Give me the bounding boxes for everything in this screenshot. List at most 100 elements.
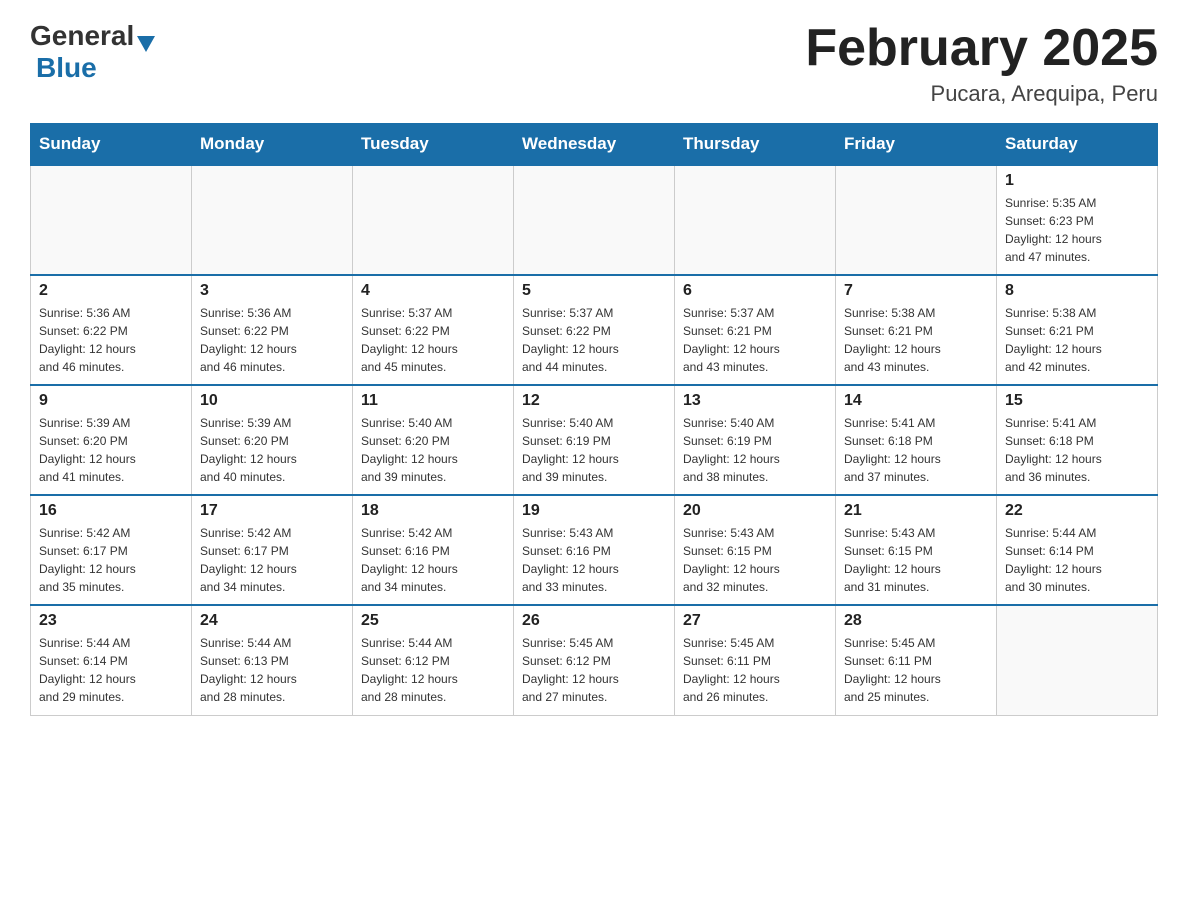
- calendar-cell: 17 Sunrise: 5:42 AM Sunset: 6:17 PM Dayli…: [192, 495, 353, 605]
- calendar-cell: 6 Sunrise: 5:37 AM Sunset: 6:21 PM Daylig…: [675, 275, 836, 385]
- day-info: Sunrise: 5:36 AM Sunset: 6:22 PM Dayligh…: [200, 304, 344, 376]
- day-info: Sunrise: 5:43 AM Sunset: 6:15 PM Dayligh…: [844, 524, 988, 596]
- day-number: 12: [522, 392, 666, 410]
- calendar-cell: 13 Sunrise: 5:40 AM Sunset: 6:19 PM Dayli…: [675, 385, 836, 495]
- calendar-cell: 25 Sunrise: 5:44 AM Sunset: 6:12 PM Dayli…: [353, 605, 514, 715]
- calendar-cell: 11 Sunrise: 5:40 AM Sunset: 6:20 PM Dayli…: [353, 385, 514, 495]
- day-number: 17: [200, 502, 344, 520]
- calendar-cell: 20Sunrise: 5:43 AM Sunset: 6:15 PM Dayli…: [675, 495, 836, 605]
- day-info: Sunrise: 5:38 AM Sunset: 6:21 PM Dayligh…: [1005, 304, 1149, 376]
- day-info: Sunrise: 5:43 AM Sunset: 6:15 PM Dayligh…: [683, 524, 827, 596]
- day-info: Sunrise: 5:42 AM Sunset: 6:17 PM Dayligh…: [200, 524, 344, 596]
- day-number: 19: [522, 502, 666, 520]
- calendar-header-row: SundayMondayTuesdayWednesdayThursdayFrid…: [31, 124, 1158, 166]
- title-block: February 2025 Pucara, Arequipa, Peru: [805, 20, 1158, 107]
- calendar-cell: 8 Sunrise: 5:38 AM Sunset: 6:21 PM Daylig…: [997, 275, 1158, 385]
- calendar-cell: 2 Sunrise: 5:36 AM Sunset: 6:22 PM Daylig…: [31, 275, 192, 385]
- calendar-cell: 9Sunrise: 5:39 AM Sunset: 6:20 PM Daylig…: [31, 385, 192, 495]
- day-number: 10: [200, 392, 344, 410]
- week-row-3: 9Sunrise: 5:39 AM Sunset: 6:20 PM Daylig…: [31, 385, 1158, 495]
- calendar-cell: 14 Sunrise: 5:41 AM Sunset: 6:18 PM Dayli…: [836, 385, 997, 495]
- day-info: Sunrise: 5:37 AM Sunset: 6:21 PM Dayligh…: [683, 304, 827, 376]
- day-number: 1: [1005, 172, 1149, 190]
- page-header: General Blue February 2025 Pucara, Arequ…: [30, 20, 1158, 107]
- week-row-2: 2 Sunrise: 5:36 AM Sunset: 6:22 PM Daylig…: [31, 275, 1158, 385]
- day-number: 24: [200, 612, 344, 630]
- day-number: 18: [361, 502, 505, 520]
- day-number: 21: [844, 502, 988, 520]
- day-number: 13: [683, 392, 827, 410]
- calendar-cell: 21 Sunrise: 5:43 AM Sunset: 6:15 PM Dayli…: [836, 495, 997, 605]
- day-number: 23: [39, 612, 183, 630]
- logo: General Blue: [30, 20, 155, 84]
- weekday-header-wednesday: Wednesday: [514, 124, 675, 166]
- calendar-cell: 10 Sunrise: 5:39 AM Sunset: 6:20 PM Dayli…: [192, 385, 353, 495]
- day-number: 15: [1005, 392, 1149, 410]
- day-info: Sunrise: 5:40 AM Sunset: 6:19 PM Dayligh…: [683, 414, 827, 486]
- weekday-header-sunday: Sunday: [31, 124, 192, 166]
- day-number: 25: [361, 612, 505, 630]
- calendar-cell: 22 Sunrise: 5:44 AM Sunset: 6:14 PM Dayli…: [997, 495, 1158, 605]
- week-row-4: 16 Sunrise: 5:42 AM Sunset: 6:17 PM Dayli…: [31, 495, 1158, 605]
- week-row-1: 1 Sunrise: 5:35 AM Sunset: 6:23 PM Daylig…: [31, 165, 1158, 275]
- day-info: Sunrise: 5:39 AM Sunset: 6:20 PM Dayligh…: [200, 414, 344, 486]
- day-info: Sunrise: 5:44 AM Sunset: 6:12 PM Dayligh…: [361, 634, 505, 706]
- weekday-header-monday: Monday: [192, 124, 353, 166]
- day-info: Sunrise: 5:43 AM Sunset: 6:16 PM Dayligh…: [522, 524, 666, 596]
- day-info: Sunrise: 5:41 AM Sunset: 6:18 PM Dayligh…: [1005, 414, 1149, 486]
- calendar-cell: [192, 165, 353, 275]
- day-info: Sunrise: 5:41 AM Sunset: 6:18 PM Dayligh…: [844, 414, 988, 486]
- weekday-header-friday: Friday: [836, 124, 997, 166]
- calendar-cell: 23 Sunrise: 5:44 AM Sunset: 6:14 PM Dayli…: [31, 605, 192, 715]
- day-info: Sunrise: 5:40 AM Sunset: 6:20 PM Dayligh…: [361, 414, 505, 486]
- calendar-cell: [836, 165, 997, 275]
- calendar-cell: 28 Sunrise: 5:45 AM Sunset: 6:11 PM Dayli…: [836, 605, 997, 715]
- day-number: 28: [844, 612, 988, 630]
- page-title: February 2025: [805, 20, 1158, 77]
- calendar-cell: [675, 165, 836, 275]
- calendar-cell: 7 Sunrise: 5:38 AM Sunset: 6:21 PM Daylig…: [836, 275, 997, 385]
- day-info: Sunrise: 5:35 AM Sunset: 6:23 PM Dayligh…: [1005, 194, 1149, 266]
- day-info: Sunrise: 5:44 AM Sunset: 6:14 PM Dayligh…: [39, 634, 183, 706]
- calendar-table: SundayMondayTuesdayWednesdayThursdayFrid…: [30, 123, 1158, 716]
- day-info: Sunrise: 5:36 AM Sunset: 6:22 PM Dayligh…: [39, 304, 183, 376]
- day-number: 2: [39, 282, 183, 300]
- day-info: Sunrise: 5:44 AM Sunset: 6:13 PM Dayligh…: [200, 634, 344, 706]
- weekday-header-tuesday: Tuesday: [353, 124, 514, 166]
- logo-general-text: General: [30, 20, 134, 52]
- day-info: Sunrise: 5:37 AM Sunset: 6:22 PM Dayligh…: [522, 304, 666, 376]
- day-number: 11: [361, 392, 505, 410]
- day-number: 26: [522, 612, 666, 630]
- day-info: Sunrise: 5:38 AM Sunset: 6:21 PM Dayligh…: [844, 304, 988, 376]
- day-number: 6: [683, 282, 827, 300]
- calendar-cell: 19 Sunrise: 5:43 AM Sunset: 6:16 PM Dayli…: [514, 495, 675, 605]
- calendar-cell: 27Sunrise: 5:45 AM Sunset: 6:11 PM Dayli…: [675, 605, 836, 715]
- calendar-cell: [31, 165, 192, 275]
- day-number: 4: [361, 282, 505, 300]
- weekday-header-saturday: Saturday: [997, 124, 1158, 166]
- day-info: Sunrise: 5:45 AM Sunset: 6:12 PM Dayligh…: [522, 634, 666, 706]
- day-number: 27: [683, 612, 827, 630]
- calendar-cell: 16 Sunrise: 5:42 AM Sunset: 6:17 PM Dayli…: [31, 495, 192, 605]
- logo-arrow-icon: [137, 36, 155, 52]
- day-number: 16: [39, 502, 183, 520]
- day-info: Sunrise: 5:42 AM Sunset: 6:16 PM Dayligh…: [361, 524, 505, 596]
- day-info: Sunrise: 5:39 AM Sunset: 6:20 PM Dayligh…: [39, 414, 183, 486]
- calendar-cell: 18 Sunrise: 5:42 AM Sunset: 6:16 PM Dayli…: [353, 495, 514, 605]
- calendar-cell: [514, 165, 675, 275]
- calendar-cell: 1 Sunrise: 5:35 AM Sunset: 6:23 PM Daylig…: [997, 165, 1158, 275]
- day-number: 22: [1005, 502, 1149, 520]
- day-info: Sunrise: 5:45 AM Sunset: 6:11 PM Dayligh…: [844, 634, 988, 706]
- weekday-header-thursday: Thursday: [675, 124, 836, 166]
- day-number: 7: [844, 282, 988, 300]
- day-number: 14: [844, 392, 988, 410]
- calendar-cell: 4Sunrise: 5:37 AM Sunset: 6:22 PM Daylig…: [353, 275, 514, 385]
- calendar-cell: 5 Sunrise: 5:37 AM Sunset: 6:22 PM Daylig…: [514, 275, 675, 385]
- day-info: Sunrise: 5:44 AM Sunset: 6:14 PM Dayligh…: [1005, 524, 1149, 596]
- calendar-cell: 12 Sunrise: 5:40 AM Sunset: 6:19 PM Dayli…: [514, 385, 675, 495]
- day-number: 5: [522, 282, 666, 300]
- day-number: 8: [1005, 282, 1149, 300]
- day-info: Sunrise: 5:40 AM Sunset: 6:19 PM Dayligh…: [522, 414, 666, 486]
- day-info: Sunrise: 5:42 AM Sunset: 6:17 PM Dayligh…: [39, 524, 183, 596]
- calendar-cell: 26 Sunrise: 5:45 AM Sunset: 6:12 PM Dayli…: [514, 605, 675, 715]
